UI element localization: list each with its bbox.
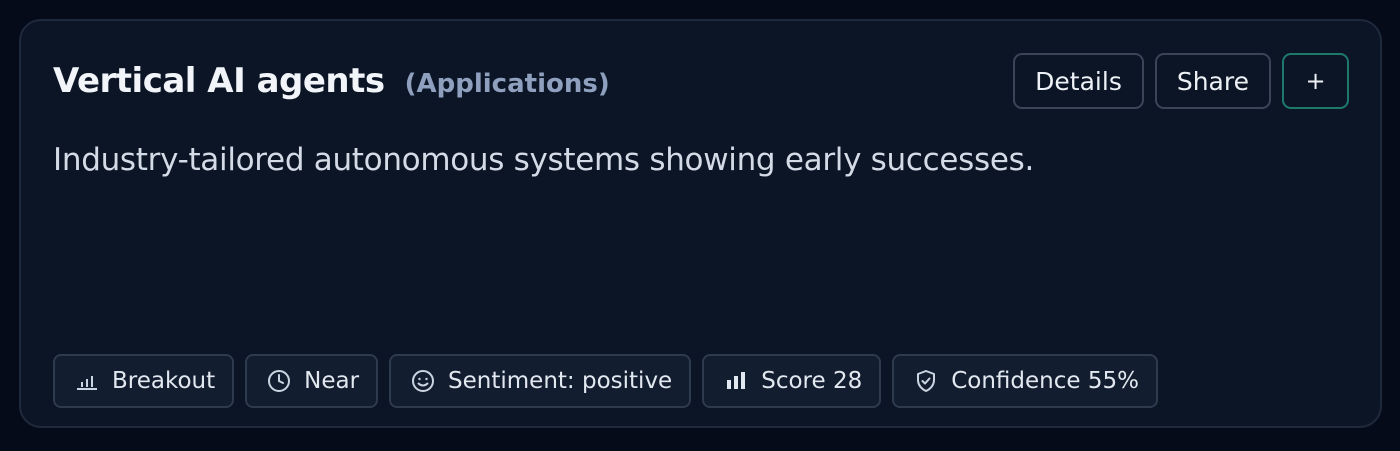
clock-icon bbox=[266, 368, 292, 394]
details-button[interactable]: Details bbox=[1013, 53, 1144, 109]
share-button[interactable]: Share bbox=[1154, 53, 1271, 109]
card-header: Vertical AI agents (Applications) bbox=[53, 61, 610, 101]
chip-label: Confidence 55% bbox=[951, 368, 1139, 394]
chip-sentiment: Sentiment: positive bbox=[389, 354, 692, 408]
signal-bars-icon bbox=[723, 368, 749, 394]
add-button[interactable]: + bbox=[1282, 53, 1349, 109]
chip-label: Score 28 bbox=[761, 368, 863, 394]
chip-horizon: Near bbox=[245, 354, 379, 408]
card-actions: Details Share + bbox=[1013, 53, 1349, 109]
shield-check-icon bbox=[913, 368, 939, 394]
trend-card: Vertical AI agents (Applications) Detail… bbox=[19, 19, 1382, 428]
card-description: Industry-tailored autonomous systems sho… bbox=[53, 142, 1035, 178]
chip-label: Breakout bbox=[112, 368, 216, 394]
bar-chart-icon bbox=[74, 368, 100, 394]
chip-label: Near bbox=[304, 368, 360, 394]
card-title: Vertical AI agents bbox=[53, 61, 385, 101]
chip-label: Sentiment: positive bbox=[448, 368, 673, 394]
chip-row: Breakout Near Sentiment: positive Score … bbox=[53, 354, 1158, 408]
chip-confidence: Confidence 55% bbox=[892, 354, 1158, 408]
category-label: (Applications) bbox=[404, 69, 610, 99]
chip-breakout: Breakout bbox=[53, 354, 235, 408]
smiley-icon bbox=[410, 368, 436, 394]
chip-score: Score 28 bbox=[702, 354, 882, 408]
